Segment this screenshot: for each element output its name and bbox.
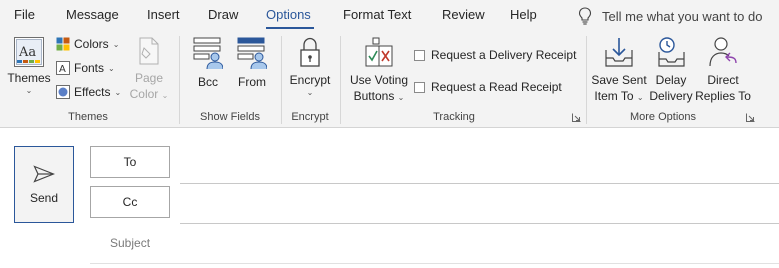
tell-me-search[interactable]: Tell me what you want to do bbox=[578, 6, 762, 26]
fonts-label: Fonts bbox=[74, 61, 105, 75]
delay-delivery-icon bbox=[658, 37, 685, 67]
delivery-receipt-checkbox-row[interactable]: Request a Delivery Receipt bbox=[414, 48, 576, 62]
chevron-down-icon: ⌄ bbox=[161, 91, 169, 100]
bcc-label: Bcc bbox=[197, 75, 218, 89]
read-receipt-label: Request a Read Receipt bbox=[431, 80, 562, 94]
send-label: Send bbox=[29, 190, 59, 205]
tab-options[interactable]: Options bbox=[266, 7, 311, 22]
save-sent-item-button[interactable]: Save Sent Item To ⌄ bbox=[591, 36, 647, 106]
colors-button[interactable]: Colors ⌄ bbox=[56, 37, 119, 51]
chevron-down-icon: ⌄ bbox=[397, 93, 405, 102]
dialog-launcher-icon[interactable] bbox=[746, 113, 755, 122]
colors-label: Colors bbox=[74, 37, 109, 51]
chevron-down-icon: ⌄ bbox=[108, 63, 115, 73]
chevron-down-icon: ⌄ bbox=[25, 86, 33, 95]
tab-draw[interactable]: Draw bbox=[208, 7, 238, 22]
lightbulb-icon bbox=[578, 7, 592, 25]
voting-label-1: Use Voting bbox=[349, 73, 409, 87]
group-separator bbox=[179, 36, 180, 124]
read-receipt-checkbox[interactable] bbox=[414, 81, 425, 93]
voting-icon bbox=[365, 37, 393, 67]
delivery-receipt-checkbox[interactable] bbox=[414, 49, 425, 61]
to-button[interactable]: To bbox=[90, 146, 170, 178]
subject-label: Subject bbox=[110, 236, 151, 250]
chevron-down-icon: ⌄ bbox=[114, 87, 122, 97]
lock-icon bbox=[300, 37, 320, 67]
send-icon bbox=[33, 164, 55, 183]
cc-label: Cc bbox=[122, 195, 138, 209]
encrypt-button[interactable]: Encrypt ⌄ bbox=[288, 36, 332, 97]
subject-field[interactable] bbox=[90, 263, 779, 264]
themes-button[interactable]: Aa Themes ⌄ bbox=[7, 36, 51, 95]
effects-button[interactable]: Effects ⌄ bbox=[56, 85, 121, 99]
chevron-down-icon: ⌄ bbox=[306, 88, 314, 97]
group-label-themes: Themes bbox=[68, 111, 108, 123]
page-color-label-1: Page bbox=[134, 71, 164, 85]
cc-button[interactable]: Cc bbox=[90, 186, 170, 218]
tell-me-text: Tell me what you want to do bbox=[602, 8, 763, 24]
read-receipt-checkbox-row[interactable]: Request a Read Receipt bbox=[414, 80, 562, 94]
direct-replies-label-1: Direct bbox=[707, 73, 739, 87]
from-icon bbox=[237, 37, 267, 70]
group-label-encrypt: Encrypt bbox=[291, 111, 329, 123]
themes-icon: Aa bbox=[14, 37, 44, 67]
chevron-down-icon: ⌄ bbox=[636, 93, 644, 102]
tab-review[interactable]: Review bbox=[442, 7, 485, 22]
fonts-icon: A bbox=[56, 61, 70, 75]
active-tab-indicator bbox=[266, 27, 314, 29]
svg-text:Aa: Aa bbox=[18, 45, 36, 60]
tab-help[interactable]: Help bbox=[510, 7, 537, 22]
bcc-button[interactable]: Bcc bbox=[190, 36, 226, 90]
effects-icon bbox=[56, 85, 70, 99]
compose-pane: Send To Cc Subject bbox=[0, 128, 779, 268]
direct-replies-icon bbox=[709, 37, 737, 67]
voting-label-2: Buttons ⌄ bbox=[353, 89, 405, 103]
tab-insert[interactable]: Insert bbox=[147, 7, 180, 22]
themes-label: Themes bbox=[7, 71, 51, 85]
send-button[interactable]: Send bbox=[14, 146, 74, 223]
delay-delivery-button[interactable]: Delay Delivery bbox=[649, 36, 693, 104]
page-color-button[interactable]: Page Color ⌄ bbox=[128, 36, 170, 104]
voting-buttons-button[interactable]: Use Voting Buttons ⌄ bbox=[348, 36, 410, 106]
to-field[interactable] bbox=[180, 183, 779, 184]
group-label-show-fields: Show Fields bbox=[200, 111, 260, 123]
save-sent-label-2: Item To ⌄ bbox=[594, 89, 644, 103]
colors-icon bbox=[56, 37, 70, 51]
save-sent-label-1: Save Sent bbox=[591, 73, 647, 87]
svg-text:A: A bbox=[59, 64, 66, 75]
direct-replies-label-2: Replies To bbox=[695, 89, 751, 103]
group-label-more-options: More Options bbox=[629, 111, 697, 123]
group-separator bbox=[281, 36, 282, 124]
tab-message[interactable]: Message bbox=[66, 7, 119, 22]
from-button[interactable]: From bbox=[234, 36, 270, 90]
direct-replies-button[interactable]: Direct Replies To bbox=[694, 36, 752, 104]
chevron-down-icon: ⌄ bbox=[112, 39, 120, 49]
from-label: From bbox=[238, 75, 266, 89]
group-separator bbox=[340, 36, 341, 124]
fonts-button[interactable]: A Fonts ⌄ bbox=[56, 61, 115, 75]
bcc-icon bbox=[193, 37, 223, 70]
delivery-receipt-label: Request a Delivery Receipt bbox=[431, 48, 577, 62]
ribbon: Aa Themes ⌄ Colors ⌄ A Fonts ⌄ Effects ⌄ bbox=[0, 32, 779, 128]
page-color-icon bbox=[139, 37, 159, 65]
page-color-label-2: Color ⌄ bbox=[129, 87, 169, 101]
effects-label: Effects bbox=[74, 85, 111, 99]
delay-label-2: Delivery bbox=[649, 89, 693, 103]
tab-file[interactable]: File bbox=[14, 7, 35, 22]
encrypt-label: Encrypt bbox=[289, 73, 331, 87]
save-sent-icon bbox=[605, 38, 633, 67]
cc-field[interactable] bbox=[180, 223, 779, 224]
dialog-launcher-icon[interactable] bbox=[572, 113, 581, 122]
group-separator bbox=[586, 36, 587, 124]
delay-label-1: Delay bbox=[655, 73, 687, 87]
to-label: To bbox=[123, 155, 137, 169]
tab-format-text[interactable]: Format Text bbox=[343, 7, 411, 22]
group-label-tracking: Tracking bbox=[433, 111, 475, 123]
ribbon-tab-bar: File Message Insert Draw Options Format … bbox=[0, 0, 779, 32]
